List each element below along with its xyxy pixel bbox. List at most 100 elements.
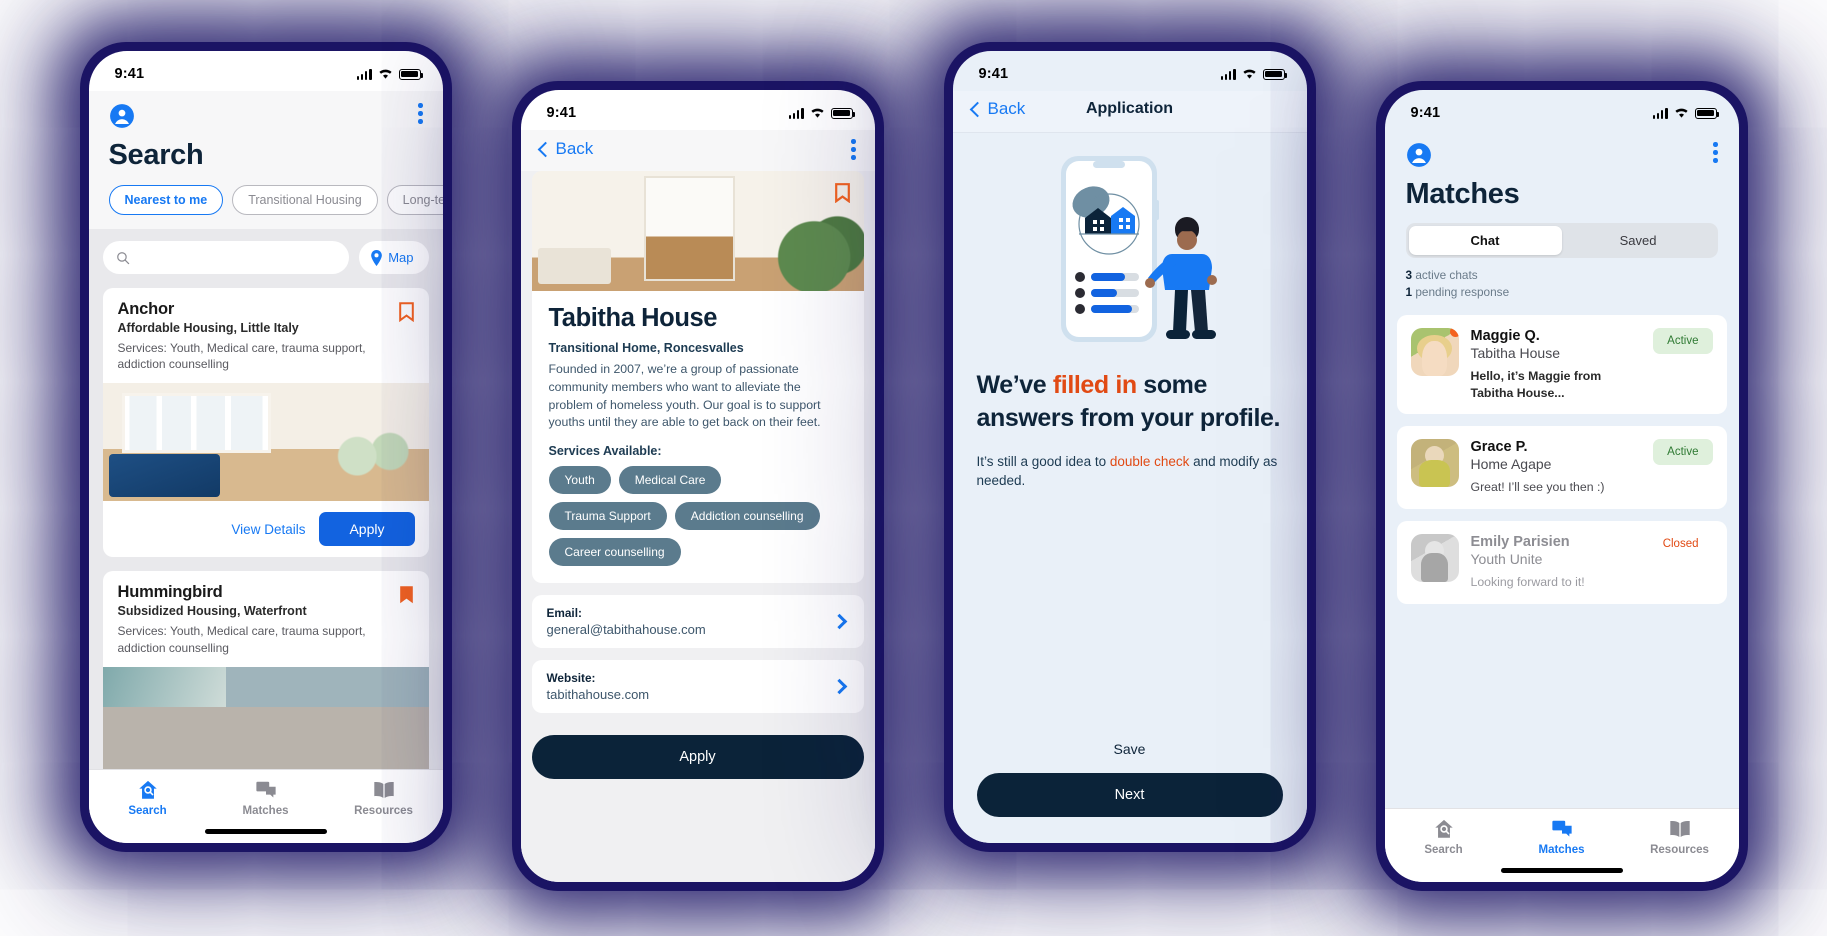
cellular-bars-icon [788, 107, 804, 119]
battery-full-icon [398, 68, 423, 80]
apply-button[interactable]: Apply [531, 735, 864, 780]
wifi-icon [810, 108, 824, 118]
website-value: tabithahouse.com [546, 687, 650, 703]
battery-full-icon [830, 107, 855, 119]
cellular-bars-icon [1220, 68, 1236, 80]
search-input[interactable] [137, 250, 337, 265]
active-count-text: active chats [1412, 268, 1478, 282]
organization-card: Tabitha House Transitional Home, Roncesv… [531, 170, 864, 584]
phone-matches-screen: 9:41 Matches Chat Saved 3 active chats 1… [1375, 81, 1748, 891]
home-indicator [88, 819, 443, 843]
listing-name: Hummingbird [117, 583, 223, 602]
back-button[interactable]: Back [969, 99, 1026, 119]
search-screen: 9:41 Search Nearest to me Transitional H… [88, 51, 443, 843]
view-details-link[interactable]: View Details [231, 522, 305, 537]
website-row[interactable]: Website: tabithahouse.com [531, 660, 864, 714]
organization-description: Founded in 2007, we’re a group of passio… [548, 361, 821, 430]
pending-count-text: pending response [1412, 285, 1510, 300]
detail-screen: 9:41 Back Tabitha House Transitional Hom… [520, 90, 875, 882]
segmented-control: Chat Saved [1405, 223, 1718, 258]
account-circle-icon[interactable] [109, 103, 135, 129]
tab-matches[interactable]: Matches [207, 779, 325, 817]
battery-full-icon [1694, 107, 1719, 119]
pending-response-count: 1 pending response [1406, 284, 1718, 301]
filter-chip-longterm[interactable]: Long-term Housing [386, 185, 443, 215]
map-pin-icon [371, 249, 383, 266]
tab-label: Matches [242, 805, 289, 817]
filter-chips: Nearest to me Transitional Housing Long-… [108, 185, 443, 215]
bookmark-filled-icon[interactable] [399, 585, 414, 605]
detail-body: Tabitha House Transitional Home, Roncesv… [520, 170, 875, 882]
phone-detail-screen: 9:41 Back Tabitha House Transitional Hom… [511, 81, 884, 891]
chat-bubbles-icon [1551, 820, 1572, 837]
chat-org: Tabitha House [1470, 345, 1561, 362]
application-body: We’ve filled in some answers from your p… [952, 133, 1307, 843]
segment-chat[interactable]: Chat [1408, 226, 1562, 255]
service-tag[interactable]: Addiction counselling [674, 502, 820, 531]
listing-photo [102, 666, 429, 769]
overflow-menu-icon[interactable] [850, 139, 856, 160]
chat-list: Maggie Q. Tabitha House Hello, it’s Magg… [1385, 311, 1739, 808]
chat-list-item[interactable]: Maggie Q. Tabitha House Hello, it’s Magg… [1396, 315, 1727, 415]
note-highlight: double check [1109, 454, 1190, 469]
status-indicators [356, 68, 423, 80]
status-badge: Active [1653, 439, 1713, 466]
tab-label: Search [1424, 844, 1463, 856]
tab-resources[interactable]: Resources [325, 779, 443, 817]
service-tag[interactable]: Medical Care [618, 466, 722, 495]
unread-dot-icon [1449, 328, 1459, 338]
filter-chip-transitional[interactable]: Transitional Housing [232, 185, 378, 215]
cellular-bars-icon [356, 68, 372, 80]
page-title: Search [108, 139, 204, 171]
active-chats-count: 3 active chats [1406, 267, 1718, 284]
listing-name: Anchor [117, 300, 175, 318]
open-book-icon [1669, 820, 1690, 838]
tab-label: Matches [1538, 844, 1585, 856]
listing-services: Services: Youth, Medical care, trauma su… [117, 341, 366, 372]
chevron-left-icon [537, 141, 553, 158]
phone-search-screen: 9:41 Search Nearest to me Transitional H… [79, 42, 452, 852]
bookmark-filled-icon[interactable] [834, 183, 850, 203]
search-home-icon [138, 780, 157, 799]
tab-resources[interactable]: Resources [1621, 818, 1739, 856]
segment-saved[interactable]: Saved [1562, 226, 1715, 255]
chat-bubbles-icon [255, 781, 276, 798]
service-tag[interactable]: Career counselling [548, 538, 681, 567]
overflow-menu-icon[interactable] [1712, 142, 1718, 163]
wifi-icon [1242, 69, 1256, 79]
overflow-menu-icon[interactable] [417, 103, 423, 124]
chat-list-item[interactable]: Grace P. Home Agape Great! I’ll see you … [1396, 426, 1727, 509]
filter-chip-nearest[interactable]: Nearest to me [108, 185, 224, 215]
services-label: Services Available: [548, 444, 662, 459]
next-button[interactable]: Next [976, 773, 1283, 817]
listing-card-hummingbird[interactable]: Hummingbird Subsidized Housing, Waterfro… [102, 571, 429, 769]
tab-label: Resources [1650, 844, 1709, 856]
tab-search[interactable]: Search [89, 779, 207, 817]
phone-with-house-and-person-illustration [977, 147, 1283, 357]
phone-application-screen: 9:41 Back Application We’ve filled in so… [943, 42, 1316, 852]
tab-matches[interactable]: Matches [1503, 818, 1621, 856]
search-results: Map Anchor Affordable Housing, Little It… [88, 229, 443, 769]
search-input-wrap[interactable] [102, 241, 350, 274]
chat-list-item[interactable]: Emily Parisien Youth Unite Looking forwa… [1396, 520, 1727, 604]
email-row[interactable]: Email: general@tabithahouse.com [531, 595, 864, 649]
chat-preview: Hello, it’s Maggie from Tabitha House... [1470, 369, 1602, 400]
listing-card-anchor[interactable]: Anchor Affordable Housing, Little Italy … [102, 288, 429, 558]
apply-button[interactable]: Apply [319, 512, 415, 547]
account-circle-icon[interactable] [1406, 142, 1432, 168]
service-tag[interactable]: Youth [548, 466, 611, 495]
service-tag[interactable]: Trauma Support [548, 502, 667, 531]
save-button[interactable]: Save [977, 731, 1283, 767]
back-label: Back [987, 99, 1026, 118]
map-button[interactable]: Map [359, 241, 429, 274]
status-bar: 9:41 [953, 51, 1307, 91]
bookmark-icon[interactable] [398, 302, 414, 322]
tab-search[interactable]: Search [1385, 818, 1503, 856]
website-label: Website: [546, 671, 596, 686]
chat-name: Maggie Q. [1470, 328, 1540, 345]
tab-label: Search [128, 805, 167, 817]
application-screen: 9:41 Back Application We’ve filled in so… [952, 51, 1307, 843]
back-button[interactable]: Back [537, 139, 593, 159]
map-button-label: Map [388, 250, 414, 265]
chat-preview: Looking forward to it! [1470, 574, 1585, 589]
